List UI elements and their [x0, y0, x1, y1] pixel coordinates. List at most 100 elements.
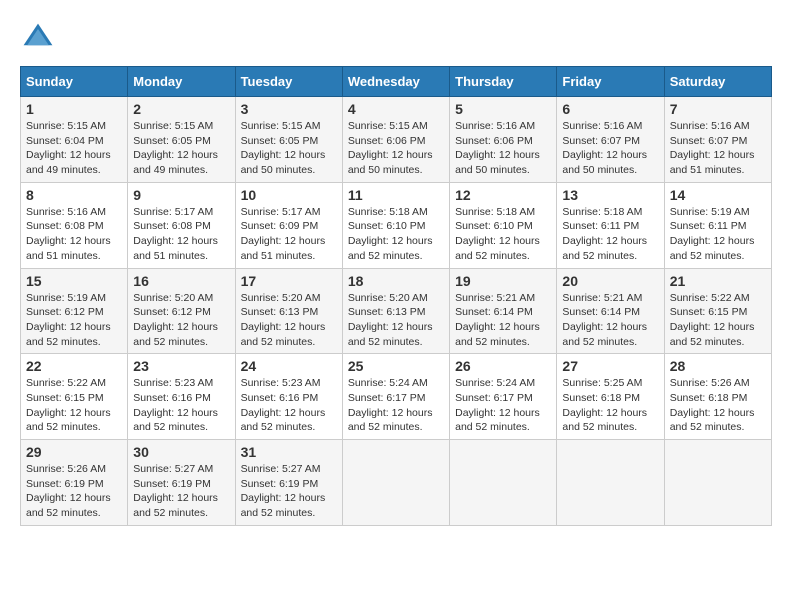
calendar-cell [557, 440, 664, 526]
day-number: 23 [133, 358, 229, 374]
calendar-cell: 2 Sunrise: 5:15 AM Sunset: 6:05 PM Dayli… [128, 97, 235, 183]
calendar-cell: 27 Sunrise: 5:25 AM Sunset: 6:18 PM Dayl… [557, 354, 664, 440]
day-info: Sunrise: 5:20 AM Sunset: 6:13 PM Dayligh… [241, 291, 337, 350]
day-number: 27 [562, 358, 658, 374]
day-number: 18 [348, 273, 444, 289]
day-number: 26 [455, 358, 551, 374]
day-info: Sunrise: 5:20 AM Sunset: 6:13 PM Dayligh… [348, 291, 444, 350]
calendar-cell: 10 Sunrise: 5:17 AM Sunset: 6:09 PM Dayl… [235, 182, 342, 268]
calendar-cell [450, 440, 557, 526]
calendar-table: SundayMondayTuesdayWednesdayThursdayFrid… [20, 66, 772, 526]
calendar-cell: 4 Sunrise: 5:15 AM Sunset: 6:06 PM Dayli… [342, 97, 449, 183]
day-info: Sunrise: 5:21 AM Sunset: 6:14 PM Dayligh… [455, 291, 551, 350]
calendar-header-saturday: Saturday [664, 67, 771, 97]
calendar-week-5: 29 Sunrise: 5:26 AM Sunset: 6:19 PM Dayl… [21, 440, 772, 526]
calendar-header-row: SundayMondayTuesdayWednesdayThursdayFrid… [21, 67, 772, 97]
day-info: Sunrise: 5:18 AM Sunset: 6:11 PM Dayligh… [562, 205, 658, 264]
calendar-cell: 3 Sunrise: 5:15 AM Sunset: 6:05 PM Dayli… [235, 97, 342, 183]
calendar-cell: 5 Sunrise: 5:16 AM Sunset: 6:06 PM Dayli… [450, 97, 557, 183]
day-info: Sunrise: 5:15 AM Sunset: 6:05 PM Dayligh… [133, 119, 229, 178]
day-info: Sunrise: 5:27 AM Sunset: 6:19 PM Dayligh… [241, 462, 337, 521]
day-number: 14 [670, 187, 766, 203]
calendar-cell: 25 Sunrise: 5:24 AM Sunset: 6:17 PM Dayl… [342, 354, 449, 440]
calendar-cell: 30 Sunrise: 5:27 AM Sunset: 6:19 PM Dayl… [128, 440, 235, 526]
day-info: Sunrise: 5:23 AM Sunset: 6:16 PM Dayligh… [241, 376, 337, 435]
day-number: 19 [455, 273, 551, 289]
calendar-cell: 15 Sunrise: 5:19 AM Sunset: 6:12 PM Dayl… [21, 268, 128, 354]
day-info: Sunrise: 5:24 AM Sunset: 6:17 PM Dayligh… [348, 376, 444, 435]
calendar-cell: 31 Sunrise: 5:27 AM Sunset: 6:19 PM Dayl… [235, 440, 342, 526]
day-info: Sunrise: 5:22 AM Sunset: 6:15 PM Dayligh… [26, 376, 122, 435]
day-info: Sunrise: 5:24 AM Sunset: 6:17 PM Dayligh… [455, 376, 551, 435]
calendar-header-wednesday: Wednesday [342, 67, 449, 97]
day-number: 4 [348, 101, 444, 117]
day-number: 20 [562, 273, 658, 289]
day-info: Sunrise: 5:16 AM Sunset: 6:07 PM Dayligh… [670, 119, 766, 178]
calendar-cell: 16 Sunrise: 5:20 AM Sunset: 6:12 PM Dayl… [128, 268, 235, 354]
calendar-cell: 19 Sunrise: 5:21 AM Sunset: 6:14 PM Dayl… [450, 268, 557, 354]
day-info: Sunrise: 5:16 AM Sunset: 6:08 PM Dayligh… [26, 205, 122, 264]
day-info: Sunrise: 5:15 AM Sunset: 6:06 PM Dayligh… [348, 119, 444, 178]
calendar-cell: 18 Sunrise: 5:20 AM Sunset: 6:13 PM Dayl… [342, 268, 449, 354]
calendar-week-4: 22 Sunrise: 5:22 AM Sunset: 6:15 PM Dayl… [21, 354, 772, 440]
calendar-cell: 24 Sunrise: 5:23 AM Sunset: 6:16 PM Dayl… [235, 354, 342, 440]
day-info: Sunrise: 5:18 AM Sunset: 6:10 PM Dayligh… [455, 205, 551, 264]
day-number: 3 [241, 101, 337, 117]
calendar-cell: 22 Sunrise: 5:22 AM Sunset: 6:15 PM Dayl… [21, 354, 128, 440]
calendar-cell: 7 Sunrise: 5:16 AM Sunset: 6:07 PM Dayli… [664, 97, 771, 183]
calendar-cell: 21 Sunrise: 5:22 AM Sunset: 6:15 PM Dayl… [664, 268, 771, 354]
day-info: Sunrise: 5:17 AM Sunset: 6:08 PM Dayligh… [133, 205, 229, 264]
calendar-cell: 13 Sunrise: 5:18 AM Sunset: 6:11 PM Dayl… [557, 182, 664, 268]
page-header [20, 20, 772, 56]
day-number: 6 [562, 101, 658, 117]
day-number: 7 [670, 101, 766, 117]
day-info: Sunrise: 5:23 AM Sunset: 6:16 PM Dayligh… [133, 376, 229, 435]
calendar-cell: 9 Sunrise: 5:17 AM Sunset: 6:08 PM Dayli… [128, 182, 235, 268]
day-info: Sunrise: 5:27 AM Sunset: 6:19 PM Dayligh… [133, 462, 229, 521]
day-info: Sunrise: 5:16 AM Sunset: 6:06 PM Dayligh… [455, 119, 551, 178]
calendar-cell: 23 Sunrise: 5:23 AM Sunset: 6:16 PM Dayl… [128, 354, 235, 440]
day-info: Sunrise: 5:19 AM Sunset: 6:12 PM Dayligh… [26, 291, 122, 350]
day-number: 12 [455, 187, 551, 203]
day-number: 24 [241, 358, 337, 374]
logo-icon [20, 20, 56, 56]
day-number: 10 [241, 187, 337, 203]
day-number: 21 [670, 273, 766, 289]
calendar-week-2: 8 Sunrise: 5:16 AM Sunset: 6:08 PM Dayli… [21, 182, 772, 268]
day-number: 8 [26, 187, 122, 203]
day-number: 2 [133, 101, 229, 117]
calendar-week-1: 1 Sunrise: 5:15 AM Sunset: 6:04 PM Dayli… [21, 97, 772, 183]
calendar-cell: 1 Sunrise: 5:15 AM Sunset: 6:04 PM Dayli… [21, 97, 128, 183]
calendar-header-thursday: Thursday [450, 67, 557, 97]
calendar-cell: 17 Sunrise: 5:20 AM Sunset: 6:13 PM Dayl… [235, 268, 342, 354]
day-info: Sunrise: 5:21 AM Sunset: 6:14 PM Dayligh… [562, 291, 658, 350]
day-info: Sunrise: 5:26 AM Sunset: 6:19 PM Dayligh… [26, 462, 122, 521]
day-info: Sunrise: 5:15 AM Sunset: 6:05 PM Dayligh… [241, 119, 337, 178]
day-number: 31 [241, 444, 337, 460]
day-number: 11 [348, 187, 444, 203]
calendar-cell: 8 Sunrise: 5:16 AM Sunset: 6:08 PM Dayli… [21, 182, 128, 268]
calendar-cell: 20 Sunrise: 5:21 AM Sunset: 6:14 PM Dayl… [557, 268, 664, 354]
calendar-cell: 11 Sunrise: 5:18 AM Sunset: 6:10 PM Dayl… [342, 182, 449, 268]
day-info: Sunrise: 5:25 AM Sunset: 6:18 PM Dayligh… [562, 376, 658, 435]
day-info: Sunrise: 5:16 AM Sunset: 6:07 PM Dayligh… [562, 119, 658, 178]
day-number: 1 [26, 101, 122, 117]
day-info: Sunrise: 5:15 AM Sunset: 6:04 PM Dayligh… [26, 119, 122, 178]
logo [20, 20, 60, 56]
day-number: 13 [562, 187, 658, 203]
calendar-cell: 6 Sunrise: 5:16 AM Sunset: 6:07 PM Dayli… [557, 97, 664, 183]
day-number: 30 [133, 444, 229, 460]
day-number: 9 [133, 187, 229, 203]
calendar-cell [342, 440, 449, 526]
calendar-week-3: 15 Sunrise: 5:19 AM Sunset: 6:12 PM Dayl… [21, 268, 772, 354]
day-number: 16 [133, 273, 229, 289]
calendar-cell: 14 Sunrise: 5:19 AM Sunset: 6:11 PM Dayl… [664, 182, 771, 268]
day-info: Sunrise: 5:20 AM Sunset: 6:12 PM Dayligh… [133, 291, 229, 350]
day-info: Sunrise: 5:26 AM Sunset: 6:18 PM Dayligh… [670, 376, 766, 435]
day-info: Sunrise: 5:18 AM Sunset: 6:10 PM Dayligh… [348, 205, 444, 264]
calendar-header-friday: Friday [557, 67, 664, 97]
calendar-header-monday: Monday [128, 67, 235, 97]
day-number: 29 [26, 444, 122, 460]
calendar-cell [664, 440, 771, 526]
calendar-header-sunday: Sunday [21, 67, 128, 97]
